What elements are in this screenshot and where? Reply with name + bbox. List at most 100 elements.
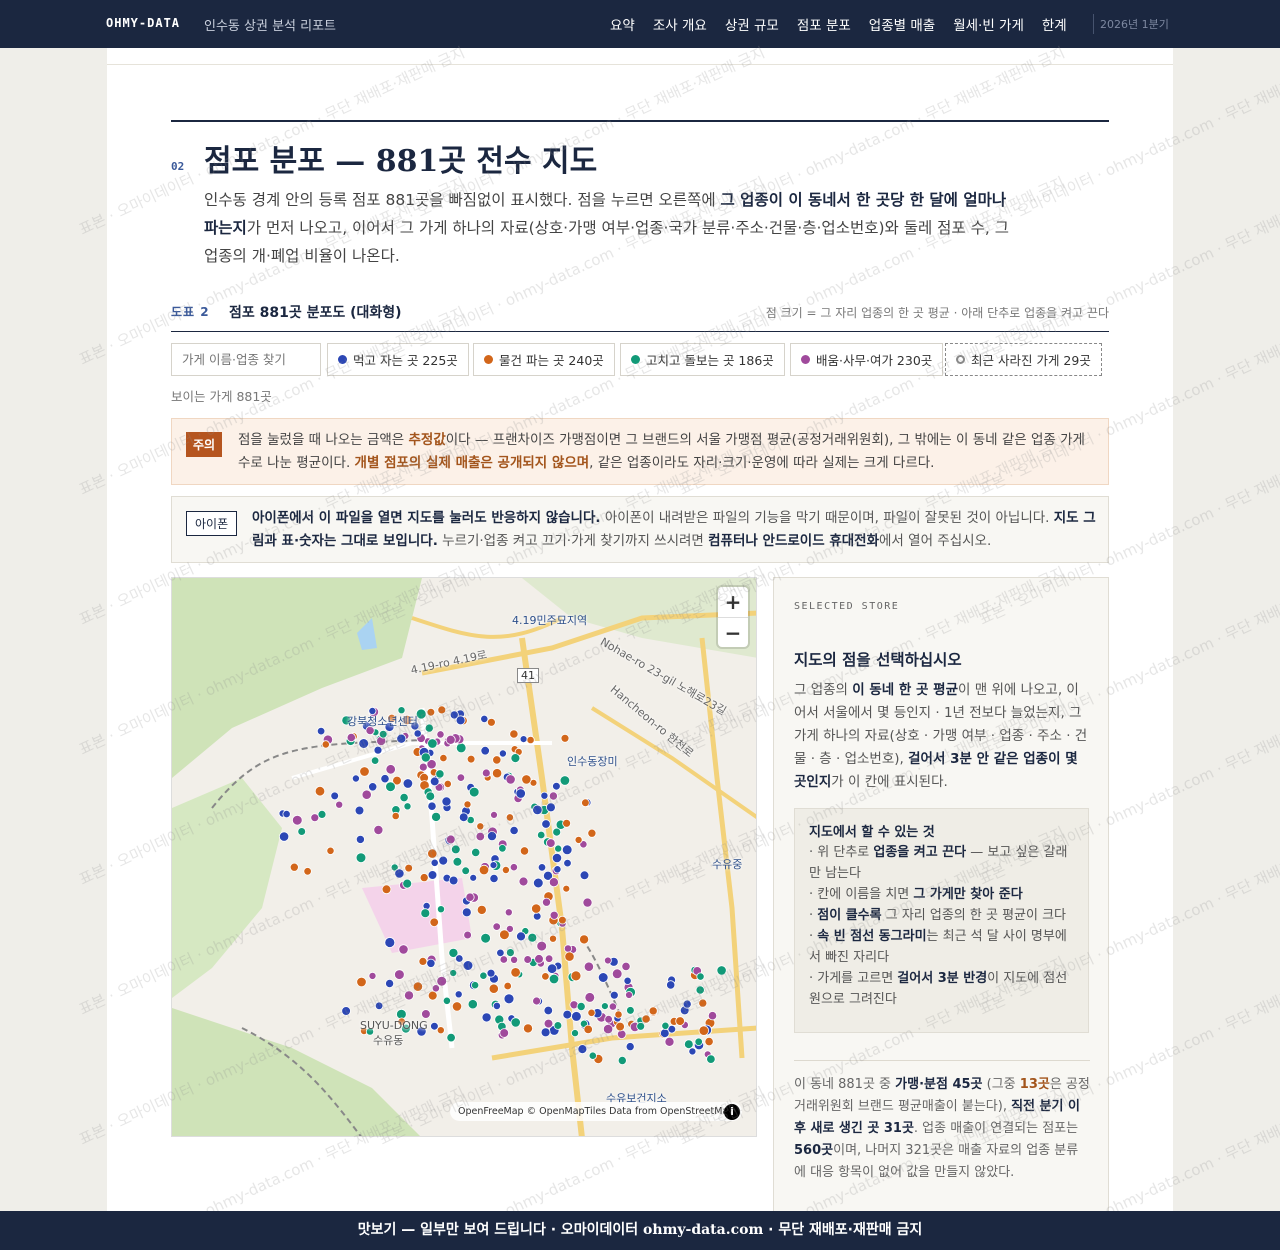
store-point[interactable]	[486, 717, 496, 727]
store-point[interactable]	[458, 812, 469, 823]
store-point[interactable]	[351, 774, 360, 783]
store-point[interactable]	[562, 818, 572, 828]
store-point[interactable]	[521, 774, 532, 785]
store-point[interactable]	[399, 793, 409, 803]
store-point[interactable]	[429, 917, 439, 928]
store-point[interactable]	[532, 804, 543, 816]
store-point[interactable]	[373, 824, 384, 835]
store-point[interactable]	[499, 1028, 510, 1038]
store-point[interactable]	[584, 992, 596, 1003]
store-point[interactable]	[471, 847, 481, 857]
store-point[interactable]	[413, 729, 422, 738]
store-point[interactable]	[391, 811, 400, 821]
store-point[interactable]	[664, 1036, 675, 1047]
store-point[interactable]	[355, 852, 367, 864]
store-point[interactable]	[356, 976, 367, 988]
store-point[interactable]	[431, 984, 440, 993]
store-point[interactable]	[451, 1001, 463, 1012]
store-point[interactable]	[604, 1014, 613, 1024]
store-point[interactable]	[463, 800, 472, 809]
store-point[interactable]	[570, 970, 582, 982]
store-point[interactable]	[587, 828, 597, 838]
store-point[interactable]	[317, 809, 327, 819]
store-point[interactable]	[492, 1001, 501, 1010]
store-point[interactable]	[698, 1025, 710, 1036]
store-point[interactable]	[452, 856, 463, 867]
store-point[interactable]	[402, 878, 413, 889]
store-point[interactable]	[577, 1044, 588, 1055]
store-point[interactable]	[504, 908, 513, 917]
store-point[interactable]	[626, 1006, 635, 1015]
store-point[interactable]	[486, 968, 496, 978]
nav-item-rent-vacancy[interactable]: 월세·빈 가게	[953, 14, 1024, 34]
store-point[interactable]	[449, 969, 458, 977]
store-point[interactable]	[576, 1001, 586, 1011]
store-point[interactable]	[617, 1055, 627, 1065]
store-point[interactable]	[412, 981, 423, 992]
store-point[interactable]	[418, 762, 428, 772]
nav-item-market-size[interactable]: 상권 규모	[725, 14, 779, 34]
store-point[interactable]	[532, 996, 542, 1006]
store-point[interactable]	[548, 791, 558, 801]
store-point[interactable]	[454, 990, 463, 999]
store-point[interactable]	[541, 897, 551, 907]
store-point[interactable]	[515, 788, 526, 799]
zoom-out-button[interactable]: −	[718, 617, 748, 647]
store-point[interactable]	[442, 996, 451, 1005]
store-point[interactable]	[543, 1018, 554, 1029]
store-point[interactable]	[558, 915, 567, 925]
store-point[interactable]	[516, 931, 526, 942]
store-point[interactable]	[426, 958, 436, 968]
store-point[interactable]	[384, 937, 396, 948]
store-point[interactable]	[540, 1027, 551, 1038]
nav-item-limitations[interactable]: 한계	[1042, 14, 1067, 34]
store-point[interactable]	[404, 863, 414, 873]
store-point[interactable]	[499, 929, 510, 941]
store-point[interactable]	[534, 954, 544, 964]
store-point[interactable]	[448, 875, 459, 886]
store-point[interactable]	[402, 778, 414, 789]
store-point[interactable]	[562, 884, 571, 893]
store-point[interactable]	[531, 903, 542, 914]
store-point[interactable]	[476, 904, 487, 915]
nav-item-sales-by-industry[interactable]: 업종별 매출	[869, 14, 935, 34]
store-point[interactable]	[698, 998, 708, 1008]
store-point[interactable]	[688, 1047, 697, 1056]
store-point[interactable]	[398, 944, 409, 955]
store-point[interactable]	[554, 844, 563, 853]
store-point[interactable]	[445, 734, 456, 745]
store-point[interactable]	[370, 756, 380, 765]
store-point[interactable]	[403, 990, 414, 1001]
store-point[interactable]	[623, 976, 632, 985]
store-point[interactable]	[489, 861, 498, 870]
store-point[interactable]	[373, 745, 383, 755]
store-point[interactable]	[424, 723, 434, 733]
store-point[interactable]	[431, 811, 442, 822]
store-point[interactable]	[492, 755, 502, 765]
store-point[interactable]	[297, 827, 306, 836]
store-map[interactable]: 4.19민주묘지역 강북청소년센터 인수동장미 SUYU-DONG 수유동 수유…	[171, 577, 757, 1137]
store-point[interactable]	[282, 810, 291, 819]
store-point[interactable]	[581, 798, 590, 808]
store-point[interactable]	[498, 749, 507, 758]
store-point[interactable]	[588, 1051, 597, 1060]
store-point[interactable]	[479, 971, 488, 980]
store-point[interactable]	[560, 733, 570, 743]
info-icon[interactable]: i	[724, 1104, 740, 1120]
store-point[interactable]	[666, 980, 676, 990]
store-point[interactable]	[603, 956, 612, 965]
store-point[interactable]	[503, 981, 512, 991]
store-point[interactable]	[545, 802, 556, 813]
zoom-in-button[interactable]: +	[718, 587, 748, 617]
nav-item-store-distribution[interactable]: 점포 분포	[797, 14, 851, 34]
store-point[interactable]	[436, 730, 445, 739]
store-point[interactable]	[461, 907, 472, 918]
store-point[interactable]	[694, 1037, 703, 1046]
store-point[interactable]	[481, 1012, 492, 1023]
store-point[interactable]	[427, 738, 438, 749]
store-point[interactable]	[527, 932, 538, 943]
store-point[interactable]	[358, 738, 370, 749]
store-point[interactable]	[641, 1014, 651, 1024]
store-point[interactable]	[543, 1005, 554, 1016]
store-point[interactable]	[682, 999, 692, 1009]
